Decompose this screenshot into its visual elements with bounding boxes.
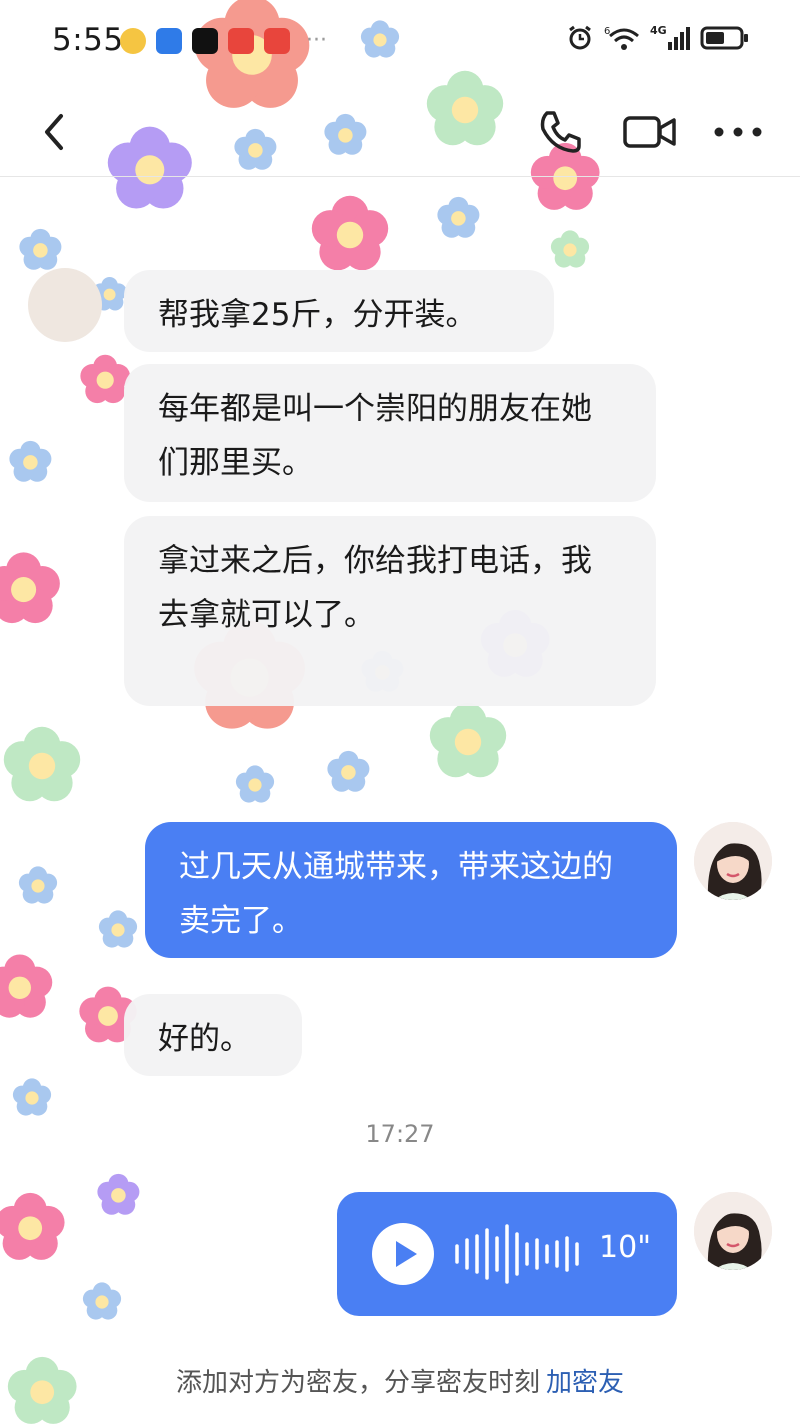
flower-decoration <box>436 196 480 238</box>
message-bubble-incoming[interactable]: 拿过来之后，你给我打电话，我去拿就可以了。 <box>124 516 656 706</box>
flower-decoration <box>98 910 138 948</box>
message-text: 拿过来之后，你给我打电话，我去拿就可以了。 <box>158 543 592 633</box>
video-camera-icon <box>623 116 676 148</box>
chat-header <box>0 84 800 177</box>
flower-decoration <box>0 954 53 1018</box>
alarm-icon <box>569 25 591 50</box>
flower-decoration <box>8 440 52 482</box>
message-text: 过几天从通城带来，带来这边的卖完了。 <box>179 849 613 939</box>
avatar-portrait-icon <box>694 822 772 900</box>
avatar-portrait-icon <box>694 1192 772 1270</box>
message-text: 好的。 <box>158 1021 251 1057</box>
more-notifications-icon: ··· <box>306 28 327 53</box>
message-bubble-incoming[interactable]: 帮我拿25斤，分开装。 <box>124 270 554 352</box>
flower-decoration <box>235 765 275 803</box>
back-button[interactable] <box>26 104 82 160</box>
network-type: 4G <box>650 24 667 37</box>
cell-signal-icon: 4G <box>650 24 690 50</box>
flower-decoration <box>18 866 58 904</box>
voice-duration: 10" <box>599 1230 651 1265</box>
contact-avatar[interactable] <box>28 268 102 342</box>
flower-decoration <box>12 1078 52 1116</box>
message-bubble-incoming[interactable]: 好的。 <box>124 994 302 1076</box>
flower-decoration <box>3 726 81 802</box>
close-friend-prompt-text: 添加对方为密友，分享密友时刻 <box>175 1368 540 1398</box>
my-avatar[interactable] <box>694 1192 772 1270</box>
wifi-label: 6 <box>604 26 610 37</box>
add-close-friend-link[interactable]: 加密友 <box>546 1368 624 1398</box>
huawei-mall-icon <box>264 28 290 54</box>
my-avatar[interactable] <box>694 822 772 900</box>
flower-decoration <box>0 1192 65 1260</box>
play-icon[interactable] <box>371 1222 435 1286</box>
emoji-app-icon <box>120 28 146 54</box>
phone-manager-icon <box>156 28 182 54</box>
message-text: 每年都是叫一个崇阳的朋友在她们那里买。 <box>158 391 592 481</box>
more-horizontal-icon <box>714 127 762 137</box>
flower-decoration <box>82 1282 122 1320</box>
message-timestamp: 17:27 <box>365 1120 435 1148</box>
status-indicators: 6 4G <box>566 24 750 52</box>
flower-decoration <box>96 1173 140 1215</box>
message-bubble-outgoing[interactable]: 过几天从通城带来，带来这边的卖完了。 <box>145 822 677 958</box>
close-friend-prompt: 添加对方为密友，分享密友时刻 加密友 <box>0 1362 800 1399</box>
status-time: 5:55 <box>52 22 124 58</box>
flower-decoration <box>311 195 389 271</box>
flower-decoration <box>326 750 370 792</box>
battery-icon <box>700 26 748 50</box>
message-text: 帮我拿25斤，分开装。 <box>158 297 477 333</box>
video-call-button[interactable] <box>622 104 678 160</box>
flower-decoration <box>429 702 507 778</box>
status-app-icons: ··· <box>120 28 327 54</box>
waveform-icon <box>455 1224 579 1284</box>
voice-message-bubble[interactable]: 10" <box>337 1192 677 1316</box>
more-options-button[interactable] <box>710 104 766 160</box>
flower-decoration <box>550 230 590 268</box>
chevron-left-icon <box>45 114 63 150</box>
phone-icon <box>540 111 581 153</box>
message-bubble-incoming[interactable]: 每年都是叫一个崇阳的朋友在她们那里买。 <box>124 364 656 502</box>
flower-decoration <box>0 552 61 624</box>
voice-call-button[interactable] <box>532 104 588 160</box>
wifi-icon: 6 <box>604 26 639 50</box>
status-bar: 5:55 ··· 6 4G <box>0 0 800 84</box>
tiktok-icon <box>192 28 218 54</box>
huawei-app-icon <box>228 28 254 54</box>
